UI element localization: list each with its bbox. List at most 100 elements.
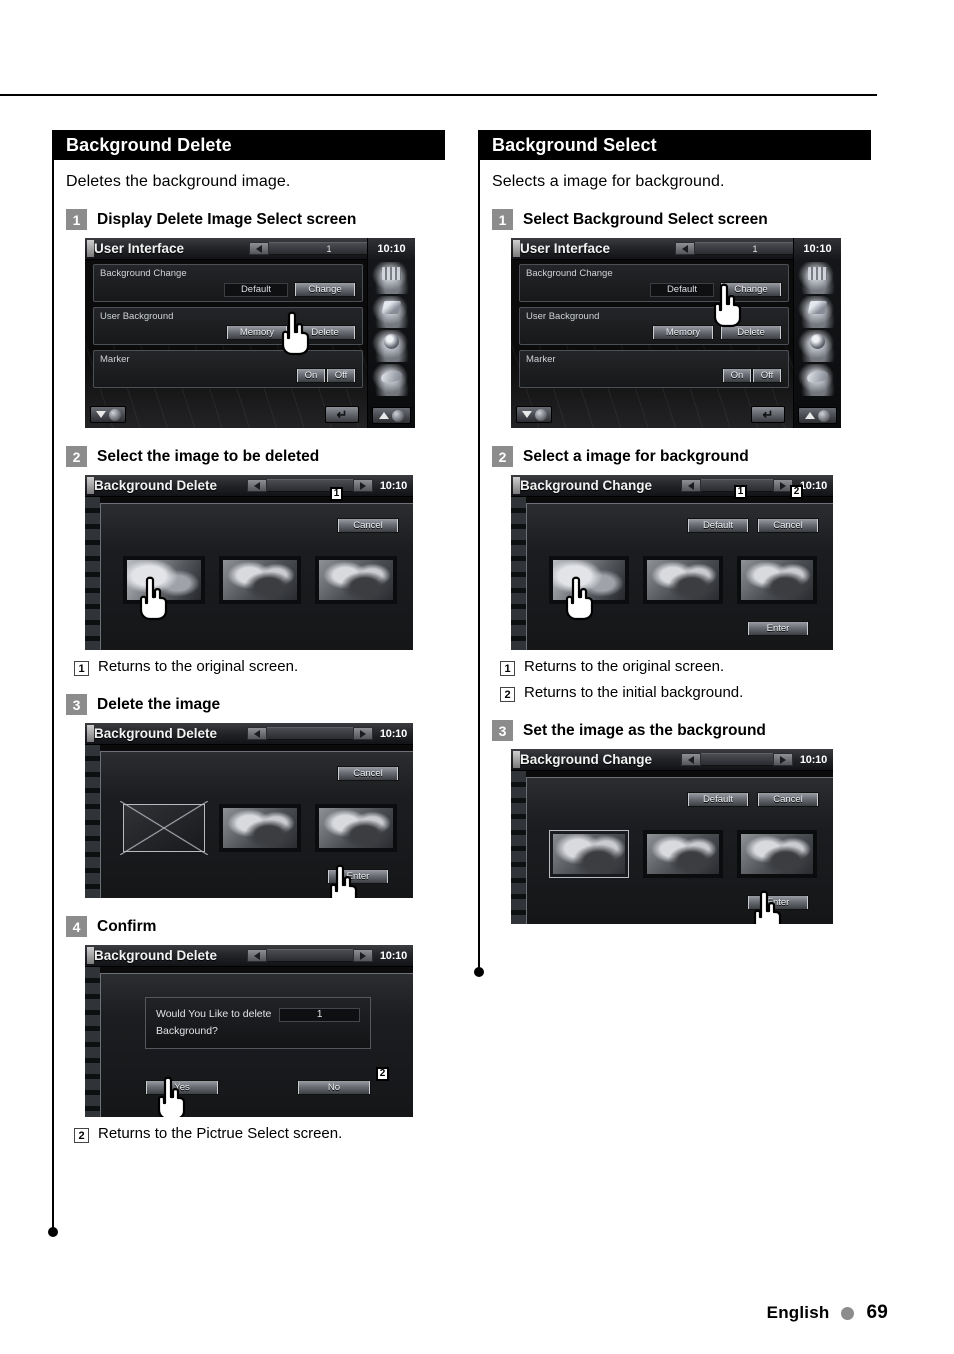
cancel-button[interactable]: Cancel — [757, 518, 819, 533]
prev-page-icon[interactable] — [680, 479, 701, 492]
marker-off-button[interactable]: Off — [326, 368, 356, 383]
thumbnail-3[interactable] — [315, 556, 397, 604]
section-description: Selects a image for background. — [492, 173, 725, 190]
step-3-heading: 3 Delete the image — [66, 694, 452, 715]
step-number-badge: 1 — [492, 209, 513, 230]
note-number-badge: 1 — [500, 661, 515, 676]
cancel-button[interactable]: Cancel — [337, 518, 399, 533]
device-screen-user-interface-select: User Interface 1 Background Change Defau… — [511, 238, 841, 428]
page-nav: 10:10 — [680, 479, 827, 492]
device-screen-background-change-select: Background Change 10:10 Default Cancel E… — [511, 475, 833, 650]
thumbnail-2[interactable] — [218, 804, 301, 852]
device-title-bar: Background Delete 10:10 — [85, 945, 413, 967]
note-1: 1 Returns to the original screen. — [74, 658, 452, 676]
prev-page-icon[interactable] — [249, 242, 269, 255]
volume-down-button[interactable] — [90, 406, 126, 423]
device-screen-background-delete-select: Background Delete 10:10 Cancel 1 — [85, 475, 413, 650]
thumbnail-1-marked-for-delete[interactable] — [120, 801, 208, 855]
return-button[interactable]: ↵ — [325, 406, 359, 423]
title-tab-icon — [513, 240, 520, 257]
thumbnail-2[interactable] — [219, 556, 301, 604]
volume-up-button[interactable] — [372, 407, 411, 424]
title-tab-icon — [87, 240, 94, 257]
next-page-icon[interactable] — [352, 949, 373, 962]
thumbnail-list — [120, 801, 398, 855]
return-button[interactable]: ↵ — [751, 406, 785, 423]
row-user-background: User Background Memory Delete — [519, 307, 789, 345]
device-title-bar: Background Delete 10:10 — [85, 723, 413, 745]
thumbnail-3[interactable] — [314, 804, 398, 852]
step-4-heading: 4 Confirm — [66, 916, 452, 937]
note-2: 2 Returns to the Pictrue Select screen. — [74, 1125, 452, 1143]
menu-grid-icon[interactable] — [797, 262, 838, 294]
next-page-icon[interactable] — [352, 727, 373, 740]
background-default-value: Default — [650, 282, 714, 297]
thumbnail-1-selected[interactable] — [549, 830, 629, 878]
left-strip-decor — [85, 745, 100, 898]
note-2: 2 Returns to the initial background. — [500, 684, 878, 702]
disc-icon[interactable] — [371, 330, 412, 362]
hand-cursor-icon — [275, 310, 315, 356]
step-title: Confirm — [97, 917, 157, 935]
section-title: Background Select — [492, 134, 657, 155]
clock: 10:10 — [799, 753, 827, 766]
prev-page-icon[interactable] — [246, 727, 267, 740]
media-icon[interactable] — [371, 296, 412, 328]
marker-on-button[interactable]: On — [722, 368, 752, 383]
note-number-badge: 1 — [74, 661, 89, 676]
prev-page-icon[interactable] — [675, 242, 695, 255]
step-1-heading: 1 Display Delete Image Select screen — [66, 209, 452, 230]
step-number-badge: 3 — [492, 720, 513, 741]
title-tab-icon — [513, 751, 520, 768]
step-title: Display Delete Image Select screen — [97, 210, 357, 228]
device-title: User Interface — [520, 241, 611, 256]
next-page-icon[interactable] — [772, 753, 793, 766]
step-2-heading: 2 Select the image to be deleted — [66, 446, 452, 467]
volume-down-button[interactable] — [516, 406, 552, 423]
thumbnail-3[interactable] — [737, 830, 817, 878]
step-title: Delete the image — [97, 695, 221, 713]
step-number-badge: 2 — [66, 446, 87, 467]
page-footer: English 69 — [767, 1302, 888, 1324]
no-button[interactable]: No — [297, 1080, 371, 1095]
device-title-bar: Background Delete 10:10 — [85, 475, 413, 497]
header-rule — [0, 94, 877, 96]
left-strip-decor — [85, 967, 100, 1117]
picture-select-panel: Cancel Enter — [100, 751, 413, 898]
disc-icon[interactable] — [797, 330, 838, 362]
thumbnail-2[interactable] — [643, 556, 723, 604]
thumbnail-3[interactable] — [737, 556, 817, 604]
page-nav: 10:10 — [680, 753, 827, 766]
device-title: Background Delete — [94, 478, 218, 493]
marker-off-button[interactable]: Off — [752, 368, 782, 383]
default-button[interactable]: Default — [687, 518, 749, 533]
volume-up-button[interactable] — [798, 407, 837, 424]
change-button[interactable]: Change — [294, 282, 356, 297]
audio-icon[interactable] — [797, 364, 838, 396]
prev-page-icon[interactable] — [246, 479, 267, 492]
marker-on-button[interactable]: On — [296, 368, 326, 383]
default-button[interactable]: Default — [687, 792, 749, 807]
audio-icon[interactable] — [371, 364, 412, 396]
step-number-badge: 2 — [492, 446, 513, 467]
left-strip-decor — [85, 497, 100, 650]
prev-page-icon[interactable] — [680, 753, 701, 766]
memory-button[interactable]: Memory — [652, 325, 714, 340]
thumbnail-2[interactable] — [643, 830, 723, 878]
device-screen-background-delete-confirm: Background Delete 10:10 Would You Like t… — [85, 945, 413, 1117]
panel-top-buttons: Default Cancel — [687, 792, 819, 807]
enter-button[interactable]: Enter — [747, 621, 809, 636]
title-tab-icon — [513, 477, 520, 494]
step-number-badge: 3 — [66, 694, 87, 715]
cancel-button[interactable]: Cancel — [337, 766, 399, 781]
panel-top-buttons: Cancel — [337, 518, 399, 533]
media-icon[interactable] — [797, 296, 838, 328]
device-title-bar: User Interface 1 — [85, 238, 415, 260]
page-nav: 10:10 — [246, 727, 407, 740]
menu-grid-icon[interactable] — [371, 262, 412, 294]
row-background-change: Background Change Default Change — [519, 264, 789, 302]
prev-page-icon[interactable] — [246, 949, 267, 962]
cancel-button[interactable]: Cancel — [757, 792, 819, 807]
hand-cursor-icon — [133, 575, 173, 621]
next-page-icon[interactable] — [352, 479, 373, 492]
